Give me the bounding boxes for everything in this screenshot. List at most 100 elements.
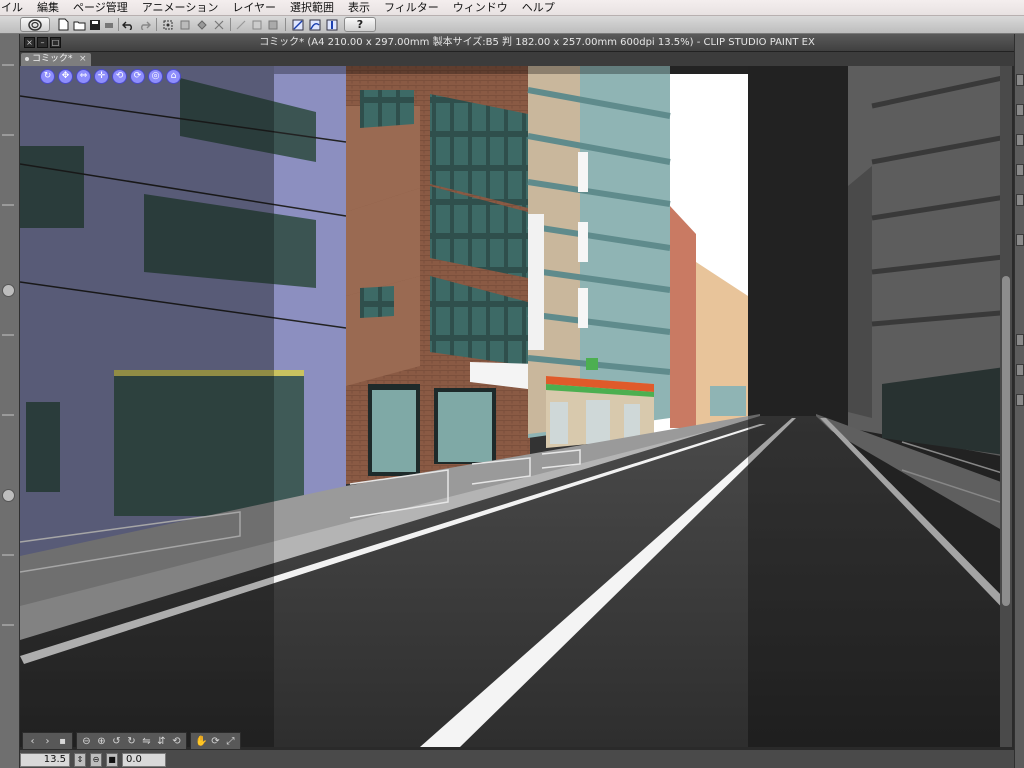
undo-icon[interactable] <box>121 17 135 32</box>
panel-toggle-button[interactable] <box>1016 104 1024 116</box>
panel-toggle-button[interactable] <box>1016 74 1024 86</box>
3d-street-scene <box>20 66 1012 747</box>
menu-page-management[interactable]: ページ管理 <box>66 0 135 16</box>
tab-dot-icon <box>25 56 29 61</box>
set-object-icon[interactable]: ⌂ <box>166 69 181 84</box>
vertical-scrollbar[interactable] <box>1000 66 1012 747</box>
clear-icon[interactable] <box>177 17 192 32</box>
panel-divider <box>2 554 14 556</box>
document-title-bar: × – □ コミック* (A4 210.00 x 297.00mm 製本サイズ:… <box>20 34 1014 52</box>
panel-divider <box>2 414 14 416</box>
snap-special-ruler-icon[interactable] <box>307 17 322 32</box>
panel-divider <box>2 64 14 66</box>
fit-page-icon[interactable]: ▪ <box>57 736 68 747</box>
panel-divider <box>2 204 14 206</box>
maximize-window-button[interactable]: □ <box>50 37 61 48</box>
panel-divider <box>2 134 14 136</box>
zoom-reset-icon[interactable]: ⊖ <box>90 752 102 767</box>
snap-grid-icon[interactable] <box>324 17 339 32</box>
panel-toggle-button[interactable] <box>1016 134 1024 146</box>
panel-toggle-button[interactable] <box>1016 364 1024 376</box>
print-icon[interactable] <box>103 17 115 32</box>
rotate-camera-icon[interactable]: ↻ <box>40 69 55 84</box>
horizontal-scrollbar[interactable] <box>20 750 1014 768</box>
angle-field[interactable]: 0.0 <box>122 752 166 767</box>
snap-ruler-icon[interactable] <box>290 17 305 32</box>
menu-view[interactable]: 表示 <box>341 0 377 16</box>
rotate-object-alt-icon[interactable]: ⟳ <box>130 69 145 84</box>
menu-edit[interactable]: 編集 <box>30 0 66 16</box>
reset-rotate-icon[interactable]: ⟲ <box>171 736 182 747</box>
panel-handle-icon[interactable] <box>2 489 15 502</box>
close-tab-icon[interactable]: × <box>79 53 87 64</box>
trash-icon[interactable] <box>2 284 15 297</box>
app-window: イル 編集 ページ管理 アニメーション レイヤー 選択範囲 表示 フィルター ウ… <box>0 0 1024 768</box>
panel-toggle-button[interactable] <box>1016 164 1024 176</box>
ruler-icon[interactable] <box>234 17 248 32</box>
panel-toggle-button[interactable] <box>1016 234 1024 246</box>
menu-selection[interactable]: 選択範囲 <box>283 0 341 16</box>
canvas[interactable] <box>20 66 1012 747</box>
menu-bar: イル 編集 ページ管理 アニメーション レイヤー 選択範囲 表示 フィルター ウ… <box>0 0 1024 16</box>
scale-object-icon[interactable]: ◎ <box>148 69 163 84</box>
close-window-button[interactable]: × <box>24 37 35 48</box>
menu-layer[interactable]: レイヤー <box>225 0 283 16</box>
fill-layer-icon[interactable] <box>266 17 280 32</box>
vertical-scroll-thumb[interactable] <box>1002 276 1010 606</box>
new-file-icon[interactable] <box>56 17 70 32</box>
panel-toggle-button[interactable] <box>1016 334 1024 346</box>
zoom-group: ⊖ ⊕ ↺ ↻ ⇋ ⇵ ⟲ <box>76 732 187 750</box>
menu-help[interactable]: ヘルプ <box>515 0 562 16</box>
menu-window[interactable]: ウィンドウ <box>446 0 515 16</box>
clear-layer-icon[interactable] <box>250 17 264 32</box>
zoom-stepper[interactable]: ⇕ <box>74 752 86 767</box>
toolbar-separator <box>230 18 231 31</box>
hand-tool-icon[interactable]: ✋ <box>195 736 207 747</box>
minimize-window-button[interactable]: – <box>37 37 48 48</box>
left-panel-strip <box>0 34 20 768</box>
fit-window-icon[interactable]: ■ <box>106 752 118 767</box>
tab-comic[interactable]: コミック* × <box>21 53 91 66</box>
document-tab-bar: コミック* × <box>20 52 1014 66</box>
panel-toggle-button[interactable] <box>1016 394 1024 406</box>
transform-icon[interactable] <box>160 17 175 32</box>
zoom-field[interactable]: 13.5 <box>20 752 70 767</box>
document-title: コミック* (A4 210.00 x 297.00mm 製本サイズ:B5 判 1… <box>259 37 815 48</box>
move-object-icon[interactable]: ✛ <box>94 69 109 84</box>
scroll-group: ‹ › ▪ <box>22 732 73 750</box>
menu-animation[interactable]: アニメーション <box>135 0 226 16</box>
scroll-left-icon[interactable]: ‹ <box>27 736 38 747</box>
window-controls: × – □ <box>24 37 61 48</box>
rotate-right-icon[interactable]: ↻ <box>126 736 137 747</box>
panel-divider <box>2 624 14 626</box>
fill-icon[interactable] <box>194 17 209 32</box>
pan-camera-icon[interactable]: ⇔ <box>76 69 91 84</box>
navigator-bar: ‹ › ▪ ⊖ ⊕ ↺ ↻ ⇋ ⇵ ⟲ ✋ ⟳ ⤢ <box>22 732 284 750</box>
status-row: 13.5 ⇕ ⊖ ■ 0.0 <box>20 751 166 768</box>
move-camera-icon[interactable]: ✥ <box>58 69 73 84</box>
redo-icon[interactable] <box>138 17 152 32</box>
menu-filter[interactable]: フィルター <box>377 0 446 16</box>
scroll-right-icon[interactable]: › <box>42 736 53 747</box>
panel-toggle-button[interactable] <box>1016 194 1024 206</box>
menu-file[interactable]: イル <box>0 0 30 16</box>
right-panel-strip <box>1014 34 1024 768</box>
select-icon[interactable] <box>211 17 226 32</box>
open-file-icon[interactable] <box>72 17 86 32</box>
rotate-left-icon[interactable]: ↺ <box>111 736 122 747</box>
rotate-object-icon[interactable]: ⟲ <box>112 69 127 84</box>
zoom-out-icon[interactable]: ⊖ <box>81 736 92 747</box>
save-icon[interactable] <box>88 17 102 32</box>
toolbar-separator <box>156 18 157 31</box>
reset-view-icon[interactable]: ⤢ <box>225 736 236 747</box>
help-button[interactable]: ? <box>344 17 376 32</box>
hand-group: ✋ ⟳ ⤢ <box>190 732 241 750</box>
flip-vertical-icon[interactable]: ⇵ <box>156 736 167 747</box>
flip-horizontal-icon[interactable]: ⇋ <box>141 736 152 747</box>
app-logo-icon[interactable] <box>20 17 50 32</box>
toolbar-separator <box>285 18 286 31</box>
toolbar-separator <box>118 18 119 31</box>
object-launcher: ↻ ✥ ⇔ ✛ ⟲ ⟳ ◎ ⌂ <box>40 69 181 86</box>
zoom-in-icon[interactable]: ⊕ <box>96 736 107 747</box>
rotate-tool-icon[interactable]: ⟳ <box>210 736 221 747</box>
